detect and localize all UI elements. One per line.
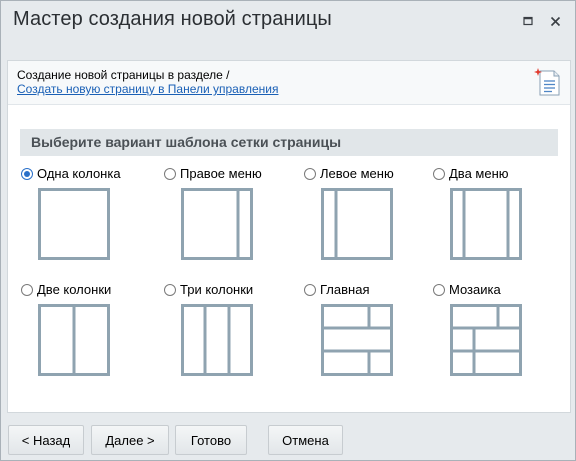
- layout-option-main[interactable]: Главная: [304, 282, 434, 392]
- option-text: Правое меню: [180, 166, 262, 181]
- radio-one-column[interactable]: [21, 167, 33, 180]
- option-label[interactable]: Мозаика: [433, 282, 501, 297]
- layout-option-right-menu[interactable]: Правое меню: [164, 166, 294, 276]
- layout-option-two-menus[interactable]: Два меню: [433, 166, 563, 276]
- option-text: Левое меню: [320, 166, 394, 181]
- one-column-layout-icon[interactable]: [38, 188, 110, 260]
- layout-option-two-columns[interactable]: Две колонки: [21, 282, 151, 392]
- left-menu-layout-icon[interactable]: [321, 188, 393, 260]
- title-bar[interactable]: Мастер создания новой страницы: [1, 1, 575, 41]
- radio-two-menus[interactable]: [433, 167, 445, 180]
- dialog-title: Мастер создания новой страницы: [13, 8, 332, 30]
- option-text: Два меню: [449, 166, 509, 181]
- main-page-layout-icon[interactable]: [321, 304, 393, 376]
- option-text: Три колонки: [180, 282, 254, 297]
- option-label[interactable]: Три колонки: [164, 282, 253, 297]
- two-columns-layout-icon[interactable]: [38, 304, 110, 376]
- option-text: Одна колонка: [37, 166, 121, 181]
- wizard-dialog: Мастер создания новой страницы Создание …: [0, 0, 576, 461]
- mosaic-layout-icon[interactable]: [450, 304, 522, 376]
- option-label[interactable]: Одна колонка: [21, 166, 121, 181]
- option-text: Две колонки: [37, 282, 112, 297]
- option-label[interactable]: Два меню: [433, 166, 509, 181]
- option-label[interactable]: Левое меню: [304, 166, 394, 181]
- cancel-button[interactable]: Отмена: [268, 425, 343, 455]
- intro-text: Создание новой страницы в разделе / Созд…: [17, 68, 278, 96]
- three-columns-layout-icon[interactable]: [181, 304, 253, 376]
- close-icon[interactable]: [545, 11, 565, 31]
- layout-option-left-menu[interactable]: Левое меню: [304, 166, 434, 276]
- option-text: Мозаика: [449, 282, 501, 297]
- radio-three-columns[interactable]: [164, 283, 176, 296]
- control-panel-link[interactable]: Создать новую страницу в Панели управлен…: [17, 82, 278, 96]
- restore-icon[interactable]: [518, 11, 538, 31]
- intro-area: Создание новой страницы в разделе / Созд…: [8, 61, 570, 105]
- radio-main[interactable]: [304, 283, 316, 296]
- done-button[interactable]: Готово: [175, 425, 247, 455]
- option-label[interactable]: Правое меню: [164, 166, 262, 181]
- layout-option-one-column[interactable]: Одна колонка: [21, 166, 151, 276]
- option-text: Главная: [320, 282, 370, 297]
- next-button[interactable]: Далее >: [91, 425, 169, 455]
- radio-left-menu[interactable]: [304, 167, 316, 180]
- back-button[interactable]: < Назад: [8, 425, 84, 455]
- intro-caption: Создание новой страницы в разделе /: [17, 68, 230, 82]
- layout-option-three-columns[interactable]: Три колонки: [164, 282, 294, 392]
- radio-two-columns[interactable]: [21, 283, 33, 296]
- two-menus-layout-icon[interactable]: [450, 188, 522, 260]
- layout-option-mosaic[interactable]: Мозаика: [433, 282, 563, 392]
- radio-mosaic[interactable]: [433, 283, 445, 296]
- content-panel: Создание новой страницы в разделе / Созд…: [7, 60, 571, 413]
- option-label[interactable]: Главная: [304, 282, 369, 297]
- new-document-icon: [534, 67, 562, 102]
- option-label[interactable]: Две колонки: [21, 282, 111, 297]
- right-menu-layout-icon[interactable]: [181, 188, 253, 260]
- section-title: Выберите вариант шаблона сетки страницы: [20, 129, 558, 156]
- radio-right-menu[interactable]: [164, 167, 176, 180]
